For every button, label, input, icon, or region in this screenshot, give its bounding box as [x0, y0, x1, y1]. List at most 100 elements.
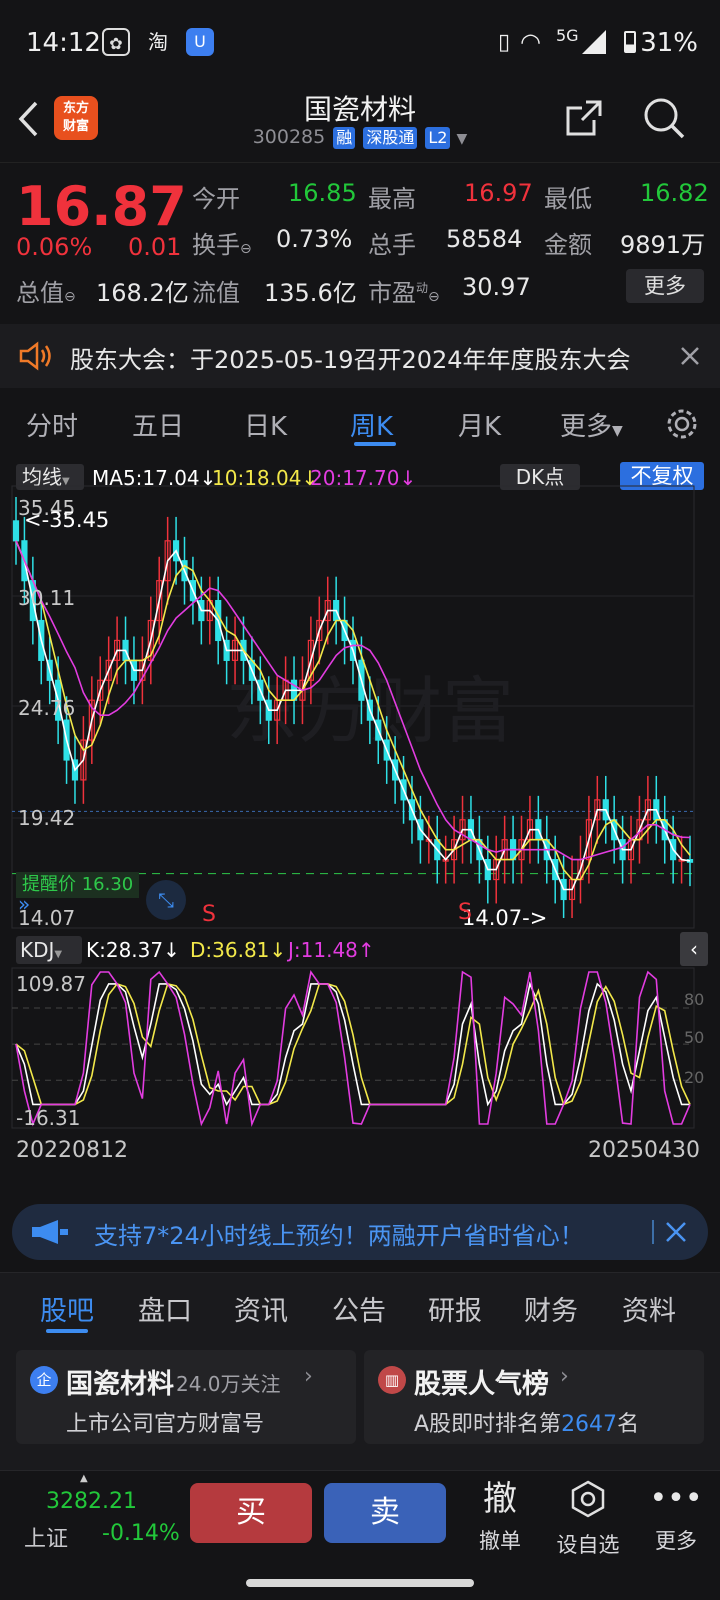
bottom-action-bar: ▲ 3282.21 上证 -0.14% 买 卖 撤 撤单 设自选 ••• 更多: [0, 1470, 720, 1600]
wifi-icon: ◠: [520, 28, 541, 56]
tab-monthly[interactable]: 月K: [458, 406, 501, 443]
current-price: 16.87: [16, 175, 187, 238]
card-subtitle: 上市公司官方财富号: [66, 1412, 265, 1437]
tab-intraday[interactable]: 分时: [26, 406, 78, 443]
price-tick: 19.42: [18, 806, 76, 830]
kdj-level: 20: [684, 1068, 705, 1087]
tab-finance[interactable]: 财务: [524, 1289, 578, 1328]
index-value[interactable]: 3282.21: [46, 1489, 137, 1514]
add-watchlist-button[interactable]: 设自选: [548, 1479, 628, 1559]
stock-code-line[interactable]: 300285 融 深股通 L2 ▼: [0, 126, 720, 149]
battery: 31%: [624, 28, 698, 58]
kdj-tick: -16.31: [16, 1106, 81, 1130]
active-tab-indicator: [46, 1329, 88, 1333]
kdj-level: 50: [684, 1028, 705, 1047]
official-account-card[interactable]: 企 国瓷材料 24.0万关注 › 上市公司官方财富号: [16, 1350, 356, 1444]
volume-label: 总手: [368, 231, 416, 259]
divider: [652, 1220, 654, 1244]
tab-daily[interactable]: 日K: [244, 406, 287, 443]
megaphone-icon: [32, 1220, 68, 1244]
info-icon: ⊖: [428, 289, 440, 305]
stock-code: 300285: [252, 126, 326, 148]
tab-five-day[interactable]: 五日: [132, 406, 184, 443]
search-icon[interactable]: [642, 96, 686, 140]
info-icon: ⊖: [240, 241, 252, 257]
close-icon[interactable]: [680, 346, 700, 366]
index-change[interactable]: -0.14%: [102, 1521, 180, 1546]
tab-news[interactable]: 资讯: [234, 1289, 288, 1328]
change-pct: 0.06%: [16, 233, 93, 261]
more-button[interactable]: ••• 更多: [636, 1479, 716, 1555]
amount-label: 金额: [544, 231, 592, 259]
tab-more[interactable]: 更多▼: [560, 406, 623, 443]
vibrate-icon: ▯: [498, 30, 511, 55]
signal-icon: [582, 30, 606, 54]
tab-profile[interactable]: 资料: [622, 1289, 676, 1328]
banner-text: 支持7*24小时线上预约！两融开户省时省心！: [94, 1222, 584, 1250]
kdj-j-line: [15, 970, 691, 1127]
sell-signal: S: [202, 902, 216, 927]
kdj-frame: [11, 967, 695, 1129]
rank-number: 2647: [561, 1412, 618, 1437]
chevron-right-icon: ›: [560, 1364, 569, 1389]
company-icon: 企: [30, 1366, 58, 1394]
high-label: 最高: [368, 185, 416, 213]
collapse-indicator-icon[interactable]: ‹: [680, 932, 708, 966]
tab-weekly[interactable]: 周K: [350, 406, 393, 443]
popularity-card[interactable]: ▥ 股票人气榜 › A股即时排名第2647名: [364, 1350, 704, 1444]
close-icon[interactable]: [664, 1220, 688, 1244]
turnover-label: 换手⊖: [192, 231, 252, 259]
network-label: 5G: [556, 26, 579, 45]
turnover-value: 0.73%: [276, 225, 353, 253]
cancel-label: 撤单: [479, 1529, 521, 1553]
mktcap-label: 总值⊖: [16, 279, 76, 307]
open-label: 今开: [192, 185, 240, 213]
card-title: 股票人气榜: [414, 1369, 549, 1400]
status-bar: 14:12 ✿ 淘 U ▯ ◠ 5G 31%: [0, 0, 720, 86]
battery-level: 31%: [640, 28, 698, 58]
tab-forum[interactable]: 股吧: [40, 1289, 94, 1328]
buy-button[interactable]: 买: [190, 1483, 312, 1543]
date-end: 20250430: [588, 1138, 700, 1163]
app-icon: U: [186, 28, 214, 56]
expand-left-icon[interactable]: »: [18, 892, 42, 916]
share-icon[interactable]: [564, 98, 604, 138]
kline-chart-area[interactable]: 均线▼ MA5:17.04↓ 10:18.04↓ 20:17.70↓ DK点 不…: [0, 456, 720, 1196]
high-value: 16.97: [464, 179, 533, 207]
kdj-level: 80: [684, 990, 705, 1009]
stock-name: 国瓷材料: [303, 93, 416, 126]
promo-banner[interactable]: 支持7*24小时线上预约！两融开户省时省心！: [12, 1204, 708, 1260]
amount-value: 9891万: [620, 231, 706, 259]
max-price-marker: <-35.45: [24, 508, 110, 532]
tab-announcements[interactable]: 公告: [332, 1289, 386, 1328]
kdj-k-value: K:28.37↓: [86, 938, 180, 962]
cancel-order-button[interactable]: 撤 撤单: [460, 1479, 540, 1555]
rank-line: A股即时排名第2647名: [414, 1412, 640, 1437]
notice-text: 股东大会：于2025-05-19召开2024年年度股东大会: [70, 346, 631, 374]
watchlist-label: 设自选: [556, 1533, 620, 1557]
caret-down-icon: ▼: [54, 949, 63, 960]
min-price-marker: 14.07->: [462, 906, 548, 930]
kline-tabs: 分时 五日 日K 周K 月K 更多▼: [0, 392, 720, 454]
candle-body: [12, 520, 20, 542]
notice-bar[interactable]: 股东大会：于2025-05-19召开2024年年度股东大会: [0, 324, 720, 388]
follower-count: 24.0万关注: [176, 1372, 281, 1396]
index-name[interactable]: 上证: [24, 1521, 68, 1553]
quote-panel: 16.87 0.06% 0.01 今开 16.85 最高 16.97 最低 16…: [0, 162, 720, 322]
stock-header: 东方财富 国瓷材料 300285 融 深股通 L2 ▼: [0, 86, 720, 162]
tab-orderbook[interactable]: 盘口: [138, 1289, 192, 1328]
taobao-icon: 淘: [148, 30, 168, 54]
caret-down-icon: ▼: [456, 131, 468, 147]
ranking-icon: ▥: [378, 1366, 406, 1394]
fullscreen-icon[interactable]: ⤡: [146, 880, 186, 920]
content-tabs: 股吧 盘口 资讯 公告 研报 财务 资料: [0, 1272, 720, 1342]
more-quote-button[interactable]: 更多: [626, 269, 704, 303]
watchlist-icon: [571, 1480, 605, 1518]
tab-research[interactable]: 研报: [428, 1289, 482, 1328]
indicator-selector[interactable]: KDJ▼: [16, 936, 82, 964]
settings-icon[interactable]: [664, 406, 700, 442]
volume-value: 58584: [446, 225, 523, 253]
sell-button[interactable]: 卖: [324, 1483, 446, 1543]
active-tab-indicator: [354, 442, 396, 446]
home-indicator[interactable]: [246, 1579, 474, 1587]
